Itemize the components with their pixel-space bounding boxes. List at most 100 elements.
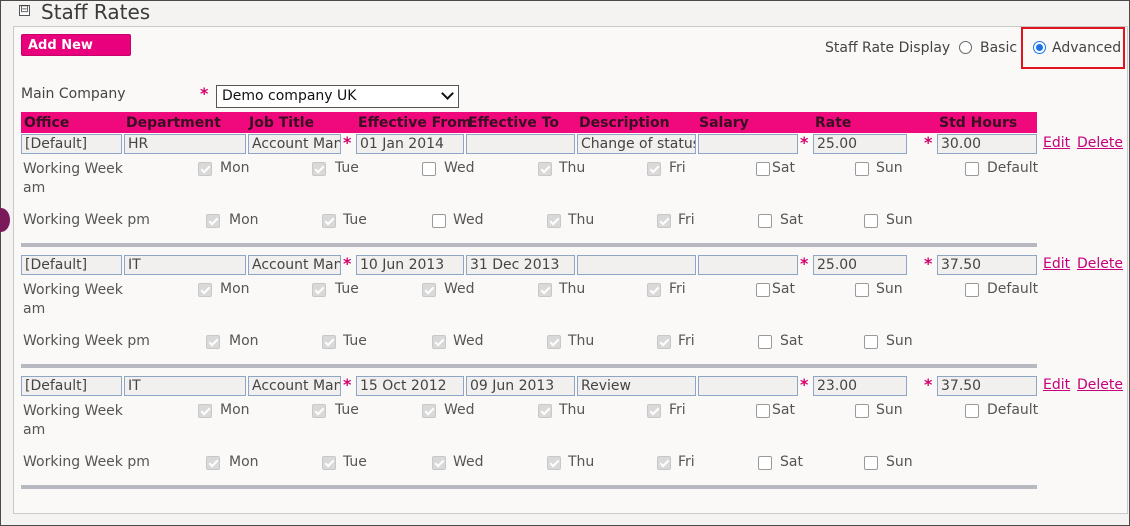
department-field[interactable]: IT xyxy=(124,255,246,275)
std-hours-field[interactable]: 37.50 xyxy=(937,255,1037,275)
working-week-pm-label: Working Week pm xyxy=(23,454,150,470)
am-day-checkbox[interactable] xyxy=(198,162,212,176)
working-week-pm-label: Working Week pm xyxy=(23,333,150,349)
description-field[interactable]: Change of status f xyxy=(577,134,696,154)
chevron-down-icon xyxy=(441,87,454,100)
am-day-checkbox[interactable] xyxy=(422,283,436,297)
column-header: Effective To xyxy=(468,115,559,131)
pm-day-checkbox[interactable] xyxy=(206,456,220,470)
am-day-checkbox[interactable] xyxy=(422,162,436,176)
highlight-box xyxy=(1021,27,1125,69)
pm-day-checkbox[interactable] xyxy=(432,214,446,228)
edit-link[interactable]: Edit xyxy=(1043,256,1070,272)
am-day-checkbox[interactable] xyxy=(647,404,661,418)
am-day-checkbox[interactable] xyxy=(312,162,326,176)
edit-link[interactable]: Edit xyxy=(1043,377,1070,393)
description-field[interactable]: Review xyxy=(577,376,696,396)
effective-from-field[interactable]: 10 Jun 2013 xyxy=(356,255,464,275)
am-day-label: Fri xyxy=(669,402,686,418)
rate-field[interactable]: 23.00 xyxy=(813,376,907,396)
am-day-checkbox[interactable] xyxy=(855,404,869,418)
main-company-select[interactable]: Demo company UK xyxy=(216,85,459,108)
am-day-checkbox[interactable] xyxy=(422,404,436,418)
job-title-field[interactable]: Account Manager xyxy=(248,255,341,275)
pm-day-checkbox[interactable] xyxy=(206,214,220,228)
pm-day-checkbox[interactable] xyxy=(657,335,671,349)
job-title-field[interactable]: Account Manager xyxy=(248,376,341,396)
effective-to-field[interactable]: 09 Jun 2013 xyxy=(466,376,575,396)
pm-day-checkbox[interactable] xyxy=(322,214,336,228)
job-title-field[interactable]: Account Manager xyxy=(248,134,341,154)
default-checkbox[interactable] xyxy=(965,404,979,418)
salary-field[interactable] xyxy=(698,255,798,275)
pm-day-checkbox[interactable] xyxy=(657,214,671,228)
am-day-checkbox[interactable] xyxy=(538,162,552,176)
pm-day-checkbox[interactable] xyxy=(547,456,561,470)
am-day-checkbox[interactable] xyxy=(538,283,552,297)
delete-link[interactable]: Delete xyxy=(1077,377,1123,393)
am-day-checkbox[interactable] xyxy=(538,404,552,418)
pm-day-checkbox[interactable] xyxy=(864,335,878,349)
department-field[interactable]: IT xyxy=(124,376,246,396)
delete-link[interactable]: Delete xyxy=(1077,256,1123,272)
am-day-checkbox[interactable] xyxy=(855,283,869,297)
am-day-checkbox[interactable] xyxy=(312,283,326,297)
am-day-label: Sun xyxy=(876,402,903,418)
pm-day-label: Mon xyxy=(229,212,259,228)
pm-day-label: Thu xyxy=(568,212,595,228)
effective-from-field[interactable]: 01 Jan 2014 xyxy=(356,134,464,154)
am-day-label: Thu xyxy=(559,281,586,297)
pm-day-checkbox[interactable] xyxy=(657,456,671,470)
office-field[interactable]: [Default] xyxy=(21,376,122,396)
basic-radio[interactable] xyxy=(959,41,972,54)
collapse-icon[interactable]: ⊟ xyxy=(19,5,30,16)
am-day-label: Thu xyxy=(559,402,586,418)
am-day-checkbox[interactable] xyxy=(756,162,770,176)
effective-from-field[interactable]: 15 Oct 2012 xyxy=(356,376,464,396)
pm-day-checkbox[interactable] xyxy=(322,335,336,349)
pm-day-label: Mon xyxy=(229,333,259,349)
default-checkbox[interactable] xyxy=(965,283,979,297)
office-field[interactable]: [Default] xyxy=(21,255,122,275)
main-company-value: Demo company UK xyxy=(222,88,357,104)
pm-day-checkbox[interactable] xyxy=(432,456,446,470)
pm-day-checkbox[interactable] xyxy=(547,214,561,228)
pm-day-checkbox[interactable] xyxy=(758,214,772,228)
rate-field[interactable]: 25.00 xyxy=(813,255,907,275)
am-day-checkbox[interactable] xyxy=(756,404,770,418)
pm-day-checkbox[interactable] xyxy=(758,335,772,349)
pm-day-checkbox[interactable] xyxy=(758,456,772,470)
std-hours-field[interactable]: 37.50 xyxy=(937,376,1037,396)
am-day-label: Sun xyxy=(876,160,903,176)
std-hours-field[interactable]: 30.00 xyxy=(937,134,1037,154)
salary-field[interactable] xyxy=(698,134,798,154)
effective-to-field[interactable]: 31 Dec 2013 xyxy=(466,255,575,275)
working-week-am-label-suffix: am xyxy=(23,301,46,317)
department-field[interactable]: HR xyxy=(124,134,246,154)
pm-day-checkbox[interactable] xyxy=(206,335,220,349)
rate-field[interactable]: 25.00 xyxy=(813,134,907,154)
add-new-button[interactable]: Add New xyxy=(21,34,131,56)
delete-link[interactable]: Delete xyxy=(1077,135,1123,151)
description-field[interactable] xyxy=(577,255,696,275)
pm-day-label: Sat xyxy=(780,454,803,470)
am-day-checkbox[interactable] xyxy=(198,404,212,418)
office-field[interactable]: [Default] xyxy=(21,134,122,154)
am-day-checkbox[interactable] xyxy=(756,283,770,297)
am-day-checkbox[interactable] xyxy=(198,283,212,297)
effective-to-field[interactable] xyxy=(466,134,575,154)
pm-day-checkbox[interactable] xyxy=(864,214,878,228)
row-divider xyxy=(21,243,1037,247)
edit-link[interactable]: Edit xyxy=(1043,135,1070,151)
pm-day-checkbox[interactable] xyxy=(432,335,446,349)
am-day-checkbox[interactable] xyxy=(647,283,661,297)
default-checkbox[interactable] xyxy=(965,162,979,176)
pm-day-checkbox[interactable] xyxy=(322,456,336,470)
am-day-checkbox[interactable] xyxy=(312,404,326,418)
pm-day-checkbox[interactable] xyxy=(547,335,561,349)
am-day-checkbox[interactable] xyxy=(855,162,869,176)
salary-field[interactable] xyxy=(698,376,798,396)
am-day-label: Mon xyxy=(220,160,250,176)
pm-day-checkbox[interactable] xyxy=(864,456,878,470)
am-day-checkbox[interactable] xyxy=(647,162,661,176)
